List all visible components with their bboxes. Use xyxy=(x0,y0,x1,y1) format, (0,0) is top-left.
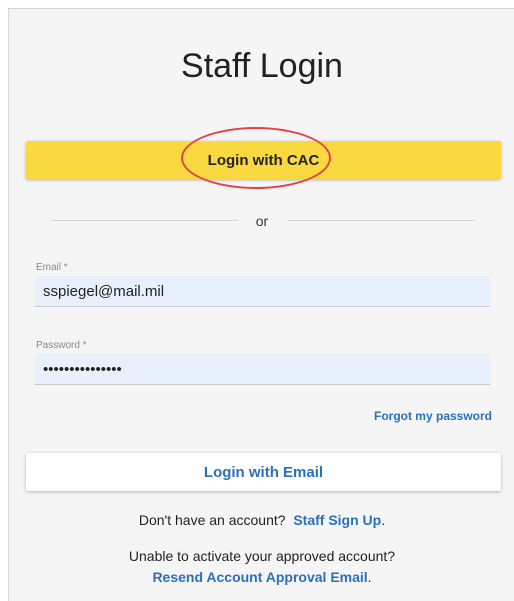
resend-approval-email-link[interactable]: Resend Account Approval Email xyxy=(152,569,367,585)
forgot-password-link[interactable]: Forgot my password xyxy=(374,409,492,423)
divider-or-text: or xyxy=(255,213,269,229)
signup-suffix: . xyxy=(381,512,386,528)
staff-sign-up-link[interactable]: Staff Sign Up xyxy=(293,512,381,528)
email-label: Email * xyxy=(36,262,68,273)
signup-note: Don't have an account? Staff Sign Up. xyxy=(9,512,514,528)
password-field[interactable] xyxy=(35,354,490,385)
login-with-email-button[interactable]: Login with Email xyxy=(26,453,501,491)
divider-line-right xyxy=(288,220,475,221)
signup-prompt: Don't have an account? xyxy=(138,512,286,528)
login-with-cac-button[interactable]: Login with CAC xyxy=(26,141,501,179)
page-title: Staff Login xyxy=(181,47,343,85)
activation-suffix: . xyxy=(367,569,372,585)
login-panel: Staff Login Login with CAC or Email * Pa… xyxy=(8,8,514,601)
activation-link-line: Resend Account Approval Email. xyxy=(9,569,514,585)
activation-prompt: Unable to activate your approved account… xyxy=(128,548,396,564)
email-field[interactable] xyxy=(35,276,490,307)
password-label: Password * xyxy=(36,340,87,351)
